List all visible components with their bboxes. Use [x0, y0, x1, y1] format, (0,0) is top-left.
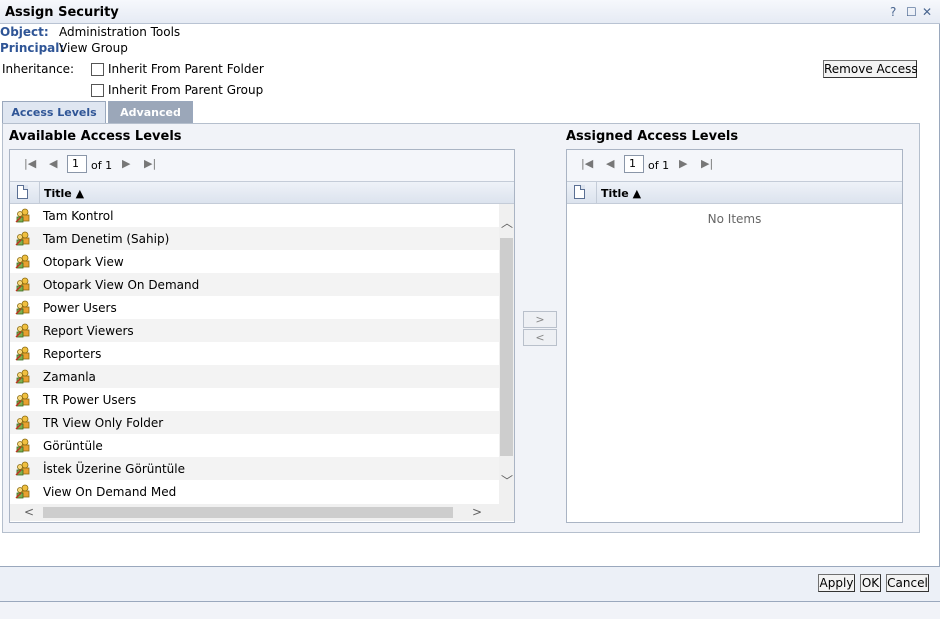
principal-value: View Group: [59, 41, 128, 55]
list-item-label: Görüntüle: [43, 439, 103, 453]
assigned-grid: |◀ ◀ 1 of 1 ▶ ▶| Title ▲ No Items: [566, 149, 903, 523]
document-icon: [574, 185, 585, 199]
access-level-icon: [15, 461, 30, 476]
access-level-icon: [15, 484, 30, 499]
access-level-icon: [15, 415, 30, 430]
next-page-icon[interactable]: ▶: [122, 157, 130, 170]
window-title: Assign Security: [5, 5, 119, 20]
apply-button[interactable]: Apply: [818, 574, 855, 592]
assigned-page-count: of 1: [648, 159, 670, 172]
assigned-title: Assigned Access Levels: [566, 129, 739, 144]
list-item[interactable]: İstek Üzerine Görüntüle: [10, 457, 499, 480]
available-title-column[interactable]: Title ▲: [44, 187, 84, 200]
access-level-icon: [15, 231, 30, 246]
horizontal-scroll-thumb[interactable]: [43, 507, 453, 518]
cancel-button[interactable]: Cancel: [886, 574, 929, 592]
window-titlebar: Assign Security ? ☐ ✕: [0, 0, 940, 24]
dialog-body: Object: Administration Tools Principal: …: [0, 24, 940, 566]
list-item-label: Tam Denetim (Sahip): [43, 232, 170, 246]
assigned-pager: |◀ ◀ 1 of 1 ▶ ▶|: [567, 150, 902, 181]
available-page-count: of 1: [91, 159, 113, 172]
access-level-icon: [15, 392, 30, 407]
list-item-label: TR View Only Folder: [43, 416, 164, 430]
list-item[interactable]: Reporters: [10, 342, 499, 365]
dialog-footer: Apply OK Cancel: [0, 566, 940, 602]
access-levels-panel: Available Access Levels Assigned Access …: [2, 123, 920, 533]
last-page-icon[interactable]: ▶|: [144, 157, 156, 170]
next-page-icon[interactable]: ▶: [679, 157, 687, 170]
list-item-label: Reporters: [43, 347, 102, 361]
available-pager: |◀ ◀ 1 of 1 ▶ ▶|: [10, 150, 514, 181]
list-item-label: View On Demand Med: [43, 485, 177, 499]
remove-access-button[interactable]: Remove Access: [823, 60, 918, 78]
object-value: Administration Tools: [59, 25, 181, 39]
help-icon[interactable]: ?: [890, 5, 896, 19]
assigned-title-column[interactable]: Title ▲: [601, 187, 641, 200]
list-item[interactable]: Power Users: [10, 296, 499, 319]
access-level-icon: [15, 277, 30, 292]
maximize-icon[interactable]: ☐: [906, 5, 917, 19]
available-grid: |◀ ◀ 1 of 1 ▶ ▶| Title ▲ Tam Kontrol Tam…: [9, 149, 515, 523]
list-item-label: İstek Üzerine Görüntüle: [43, 462, 185, 476]
available-page-input[interactable]: 1: [67, 155, 87, 173]
prev-page-icon[interactable]: ◀: [49, 157, 57, 170]
available-horizontal-scrollbar[interactable]: < >: [10, 504, 514, 521]
tab-advanced[interactable]: Advanced: [108, 101, 193, 123]
list-item[interactable]: Report Viewers: [10, 319, 499, 342]
list-item-label: Otopark View On Demand: [43, 278, 200, 292]
object-label: Object:: [0, 25, 49, 39]
inherit-folder-label[interactable]: Inherit From Parent Folder: [108, 62, 264, 76]
access-level-icon: [15, 323, 30, 338]
access-level-icon: [15, 208, 30, 223]
principal-label: Principal:: [0, 41, 65, 55]
list-item[interactable]: Tam Kontrol: [10, 204, 499, 227]
tab-access-levels[interactable]: Access Levels: [2, 101, 106, 123]
first-page-icon[interactable]: |◀: [24, 157, 36, 170]
inherit-group-label[interactable]: Inherit From Parent Group: [108, 83, 263, 97]
access-level-icon: [15, 438, 30, 453]
list-item[interactable]: TR Power Users: [10, 388, 499, 411]
list-item-label: TR Power Users: [43, 393, 137, 407]
first-page-icon[interactable]: |◀: [581, 157, 593, 170]
last-page-icon[interactable]: ▶|: [701, 157, 713, 170]
assigned-page-input[interactable]: 1: [624, 155, 644, 173]
list-item-label: Tam Kontrol: [43, 209, 114, 223]
scroll-right-icon[interactable]: >: [472, 505, 482, 519]
add-access-button[interactable]: >: [523, 311, 557, 328]
list-item-label: Zamanla: [43, 370, 96, 384]
available-grid-header: Title ▲: [10, 181, 514, 204]
list-item[interactable]: Tam Denetim (Sahip): [10, 227, 499, 250]
inherit-group-checkbox[interactable]: [91, 84, 104, 97]
remove-assigned-button[interactable]: <: [523, 329, 557, 346]
scroll-down-icon[interactable]: ﹀: [501, 472, 513, 489]
list-item[interactable]: View On Demand Med: [10, 480, 499, 503]
list-item[interactable]: Otopark View On Demand: [10, 273, 499, 296]
available-vertical-scrollbar[interactable]: ︿ ﹀: [499, 204, 514, 504]
close-icon[interactable]: ✕: [922, 5, 932, 19]
status-bar: [0, 603, 940, 619]
access-level-icon: [15, 254, 30, 269]
vertical-scroll-thumb[interactable]: [500, 238, 513, 456]
access-level-icon: [15, 369, 30, 384]
list-item-label: Power Users: [43, 301, 117, 315]
list-item-label: Report Viewers: [43, 324, 134, 338]
access-level-icon: [15, 300, 30, 315]
document-icon: [17, 185, 28, 199]
scroll-left-icon[interactable]: <: [24, 505, 34, 519]
list-item[interactable]: Zamanla: [10, 365, 499, 388]
scroll-up-icon[interactable]: ︿: [501, 214, 513, 231]
list-item-label: Otopark View: [43, 255, 124, 269]
assigned-grid-header: Title ▲: [567, 181, 902, 204]
inherit-folder-checkbox[interactable]: [91, 63, 104, 76]
available-title: Available Access Levels: [9, 129, 182, 144]
prev-page-icon[interactable]: ◀: [606, 157, 614, 170]
ok-button[interactable]: OK: [860, 574, 881, 592]
assigned-empty-message: No Items: [707, 212, 762, 226]
available-list: Tam Kontrol Tam Denetim (Sahip) Otopark …: [10, 204, 499, 504]
access-level-icon: [15, 346, 30, 361]
list-item[interactable]: Otopark View: [10, 250, 499, 273]
inheritance-label: Inheritance:: [2, 62, 75, 76]
list-item[interactable]: TR View Only Folder: [10, 411, 499, 434]
list-item[interactable]: Görüntüle: [10, 434, 499, 457]
